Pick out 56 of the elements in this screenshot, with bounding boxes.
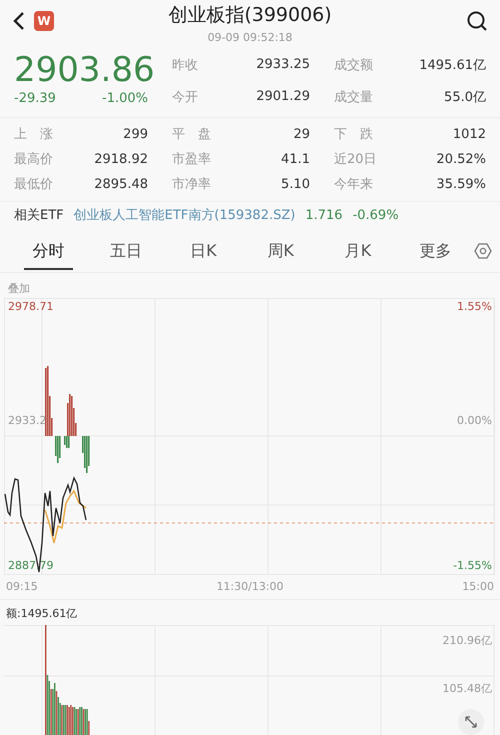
axis-label: 2978.71	[8, 300, 54, 314]
axis-label: 210.96亿	[442, 633, 492, 648]
etf-price: 1.716	[305, 208, 343, 223]
time-label: 15:00	[462, 580, 494, 594]
stat-value: 41.1	[281, 152, 310, 167]
stat-label: 市盈率	[172, 151, 211, 168]
chart-tab[interactable]: 更多	[410, 231, 460, 270]
quote-time: 09-09 09:52:18	[208, 31, 292, 44]
stat-label: 成交量	[334, 88, 373, 106]
stat-label: 昨收	[172, 56, 198, 74]
axis-label: 105.48亿	[442, 681, 492, 696]
index-price: 2903.86	[14, 48, 155, 92]
stat-label: 最低价	[14, 176, 53, 194]
stat-value: 1012	[452, 126, 486, 142]
stat-value: 35.59%	[436, 176, 486, 192]
etf-label: 相关ETF	[14, 207, 64, 224]
app-logo[interactable]: W	[34, 11, 54, 32]
price-change-percent: -1.00%	[102, 91, 148, 106]
stat-value: 2895.48	[94, 176, 148, 192]
stat-value: 29	[293, 126, 310, 142]
stat-label: 近20日	[334, 151, 377, 168]
stat-label: 成交额	[334, 56, 373, 74]
stat-value: 2918.92	[94, 152, 148, 167]
stat-value: 2933.25	[256, 57, 310, 72]
chart-tab[interactable]: 五日	[101, 231, 151, 270]
chart-tab[interactable]: 分时	[24, 231, 74, 270]
stat-value: 2901.29	[256, 89, 310, 104]
price-change: -29.39	[14, 91, 56, 106]
expand-icon[interactable]	[458, 709, 484, 735]
stat-label: 平 盘	[172, 126, 211, 144]
stat-value: 299	[123, 126, 148, 142]
stat-label: 今开	[172, 88, 198, 106]
settings-icon[interactable]	[474, 242, 492, 260]
stat-label: 市净率	[172, 176, 211, 194]
etf-change: -0.69%	[352, 208, 399, 223]
stat-label: 下 跌	[334, 126, 373, 144]
axis-label: 1.55%	[457, 300, 492, 314]
stat-label: 最高价	[14, 151, 53, 168]
back-button[interactable]	[12, 11, 26, 32]
time-label: 09:15	[6, 580, 38, 594]
axis-label: -1.55%	[453, 559, 492, 572]
page-title: 创业板指(399006)	[168, 3, 332, 28]
volume-label: 额:1495.61亿	[5, 606, 78, 622]
stat-value: 55.0亿	[444, 88, 486, 106]
chart-tab[interactable]: 周K	[256, 231, 306, 270]
average-line	[44, 490, 86, 544]
stat-value: 20.52%	[436, 152, 486, 167]
chart-tab[interactable]: 日K	[178, 231, 228, 270]
axis-label: 0.00%	[457, 414, 492, 428]
stat-value: 5.10	[281, 176, 310, 192]
stat-value: 1495.61亿	[419, 56, 486, 74]
time-label: 11:30/13:00	[216, 580, 284, 594]
stat-label: 上 涨	[14, 126, 53, 144]
search-icon[interactable]	[466, 10, 488, 32]
chart-tab[interactable]: 月K	[333, 231, 383, 270]
stat-label: 今年来	[334, 176, 373, 194]
